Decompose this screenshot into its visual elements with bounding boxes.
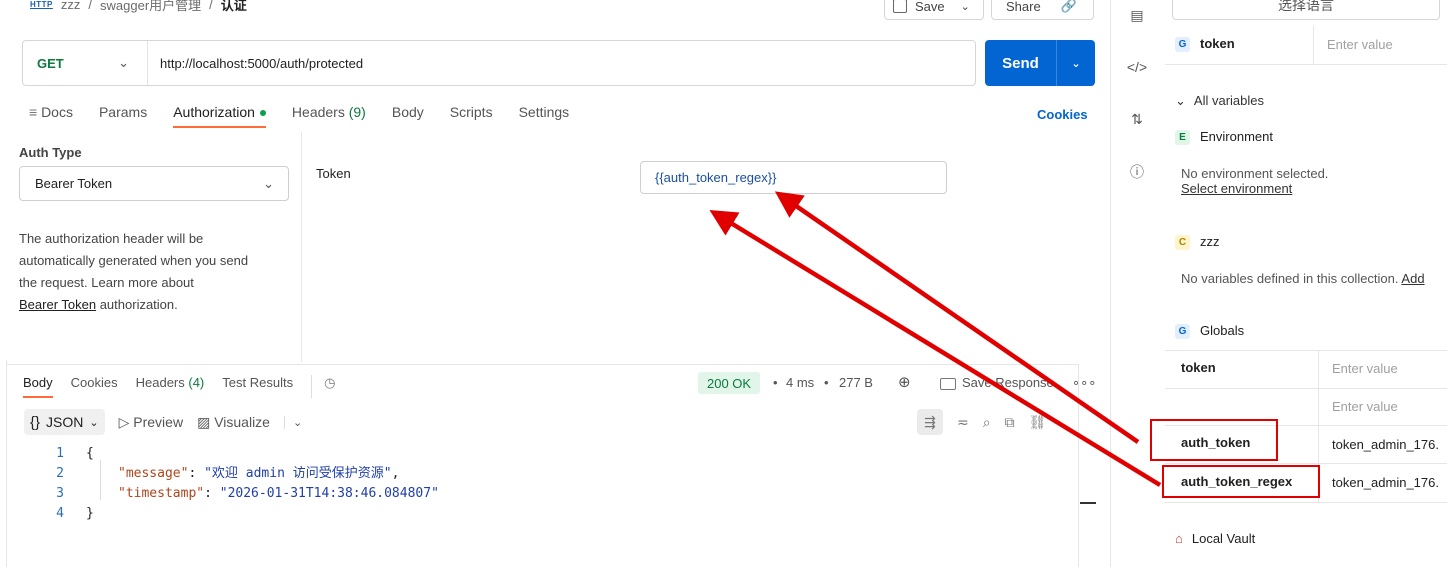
annotation-arrows — [709, 191, 1162, 487]
annotation-arrow — [774, 191, 1140, 444]
annotation-arrow — [709, 209, 1162, 487]
